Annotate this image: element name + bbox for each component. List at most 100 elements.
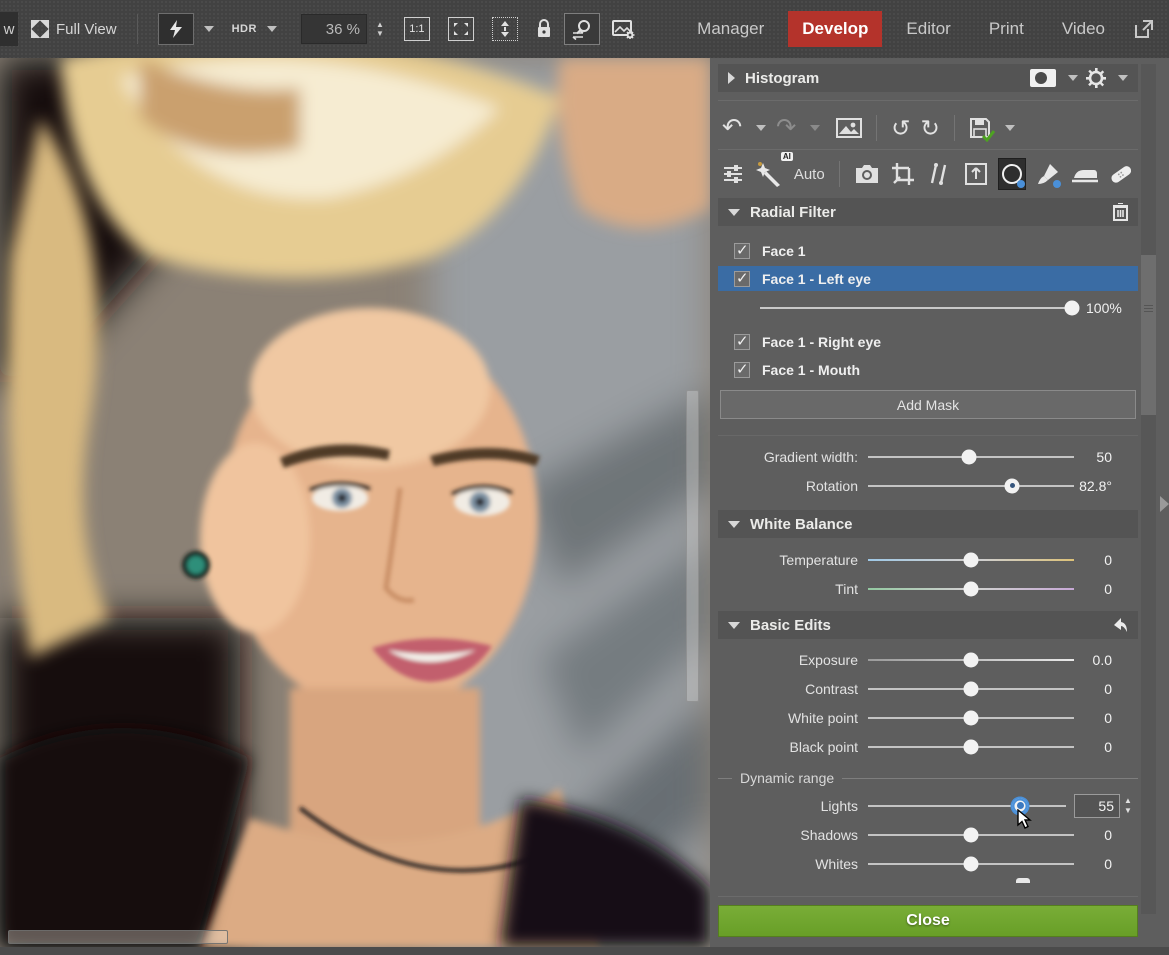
original-image-icon[interactable] bbox=[836, 118, 862, 138]
image-settings-button[interactable] bbox=[606, 15, 642, 43]
lights-slider[interactable] bbox=[868, 805, 1066, 807]
radial-filter-section-header[interactable]: Radial Filter bbox=[718, 198, 1138, 226]
rotate-left-icon[interactable]: ↺ bbox=[891, 117, 910, 140]
radial-filter-tool-icon[interactable] bbox=[999, 159, 1025, 189]
close-button[interactable]: Close bbox=[718, 905, 1138, 937]
preview-tab-partial[interactable]: w bbox=[0, 12, 18, 46]
mask-row-face1[interactable]: Face 1 bbox=[718, 238, 1138, 263]
healing-tool-icon[interactable] bbox=[1108, 159, 1134, 189]
undo-dropdown-arrow[interactable] bbox=[756, 125, 766, 131]
temperature-slider[interactable] bbox=[868, 559, 1074, 561]
zoom-1to1-button[interactable]: 1:1 bbox=[398, 13, 436, 45]
chevron-down-icon[interactable] bbox=[728, 622, 740, 629]
lights-value-input[interactable] bbox=[1075, 795, 1119, 817]
zoom-stepper[interactable]: ▲ ▼ bbox=[376, 21, 384, 37]
whites-slider[interactable] bbox=[868, 863, 1074, 865]
panel-collapse-arrow[interactable] bbox=[1160, 496, 1169, 512]
save-icon[interactable] bbox=[969, 117, 991, 139]
zoom-input[interactable] bbox=[302, 21, 366, 38]
lightning-dropdown-arrow[interactable] bbox=[204, 26, 214, 32]
crop-tool-icon[interactable] bbox=[890, 159, 916, 189]
slider-handle[interactable] bbox=[1005, 478, 1020, 493]
mask-row-face1-right-eye[interactable]: Face 1 - Right eye bbox=[718, 329, 1138, 354]
auto-label[interactable]: Auto bbox=[794, 166, 825, 183]
step-down-icon[interactable]: ▼ bbox=[1124, 807, 1132, 814]
mask-checkbox[interactable] bbox=[734, 334, 750, 350]
slider-handle[interactable] bbox=[964, 710, 979, 725]
canvas-horizontal-scrollbar[interactable] bbox=[8, 930, 228, 944]
fit-to-screen-button[interactable] bbox=[442, 13, 480, 45]
chevron-right-icon[interactable] bbox=[728, 72, 735, 84]
menu-item-develop[interactable]: Develop bbox=[788, 11, 882, 47]
hdr-dropdown-arrow[interactable] bbox=[267, 26, 277, 32]
panel-scrollbar-thumb[interactable] bbox=[1141, 255, 1156, 415]
full-view-button[interactable]: Full View bbox=[24, 15, 123, 43]
hdr-button[interactable]: HDR bbox=[226, 19, 283, 39]
synchronized-zoom-button[interactable] bbox=[564, 13, 600, 45]
slider-handle[interactable] bbox=[964, 681, 979, 696]
gear-dropdown-arrow[interactable] bbox=[1118, 75, 1128, 81]
add-mask-button[interactable]: Add Mask bbox=[720, 390, 1136, 419]
exposure-slider[interactable] bbox=[868, 659, 1074, 661]
contrast-slider[interactable] bbox=[868, 688, 1074, 690]
black-point-slider[interactable] bbox=[868, 746, 1074, 748]
lock-zoom-button[interactable] bbox=[530, 15, 558, 43]
slider-handle[interactable] bbox=[961, 449, 976, 464]
save-dropdown-arrow[interactable] bbox=[1005, 125, 1015, 131]
lights-stepper[interactable]: ▲ ▼ bbox=[1124, 797, 1132, 814]
step-up-icon[interactable]: ▲ bbox=[1124, 797, 1132, 804]
white-balance-section-header[interactable]: White Balance bbox=[718, 510, 1138, 538]
menu-item-print[interactable]: Print bbox=[975, 11, 1038, 47]
redo-dropdown-arrow[interactable] bbox=[810, 125, 820, 131]
menu-item-video[interactable]: Video bbox=[1048, 11, 1119, 47]
straighten-tool-icon[interactable] bbox=[926, 159, 952, 189]
photo-canvas[interactable] bbox=[0, 58, 710, 947]
slider-handle[interactable] bbox=[964, 552, 979, 567]
slider-handle[interactable] bbox=[964, 856, 979, 871]
zoom-step-down-icon[interactable]: ▼ bbox=[376, 30, 384, 37]
fit-height-button[interactable] bbox=[486, 13, 524, 45]
mask-row-face1-left-eye[interactable]: Face 1 - Left eye bbox=[718, 266, 1138, 291]
slider-handle[interactable] bbox=[964, 827, 979, 842]
trash-icon[interactable] bbox=[1113, 203, 1128, 221]
sliders-panel-icon[interactable] bbox=[722, 163, 744, 185]
canvas-vertical-scrollbar[interactable] bbox=[686, 390, 699, 702]
slider-handle[interactable] bbox=[964, 652, 979, 667]
redo-icon[interactable]: ↷ bbox=[776, 116, 796, 140]
slider-handle[interactable] bbox=[1065, 301, 1080, 316]
mask-opacity-slider[interactable] bbox=[760, 307, 1072, 309]
gradient-width-slider[interactable] bbox=[868, 456, 1074, 458]
camera-tool-icon[interactable] bbox=[854, 159, 880, 189]
mask-checkbox[interactable] bbox=[734, 362, 750, 378]
histogram-section-header[interactable]: Histogram bbox=[718, 64, 1138, 92]
mask-checkbox[interactable] bbox=[734, 243, 750, 259]
menu-item-editor[interactable]: Editor bbox=[892, 11, 964, 47]
rotation-slider[interactable] bbox=[868, 485, 1074, 487]
slider-handle[interactable] bbox=[964, 581, 979, 596]
deform-tool-icon[interactable] bbox=[962, 159, 988, 189]
chevron-down-icon[interactable] bbox=[728, 521, 740, 528]
gradient-filter-tool-icon[interactable] bbox=[1071, 159, 1097, 189]
tint-slider[interactable] bbox=[868, 588, 1074, 590]
chevron-down-icon[interactable] bbox=[728, 209, 740, 216]
shadows-slider[interactable] bbox=[868, 834, 1074, 836]
mask-checkbox[interactable] bbox=[734, 271, 750, 287]
undock-window-icon[interactable] bbox=[1133, 18, 1155, 40]
reset-section-icon[interactable] bbox=[1110, 617, 1128, 633]
quick-filter-button[interactable] bbox=[152, 9, 220, 49]
menu-item-manager[interactable]: Manager bbox=[683, 11, 778, 47]
panel-scrollbar-track[interactable] bbox=[1141, 64, 1156, 914]
brush-tool-icon[interactable] bbox=[1035, 159, 1061, 189]
white-point-slider[interactable] bbox=[868, 717, 1074, 719]
mask-row-face1-mouth[interactable]: Face 1 - Mouth bbox=[718, 357, 1138, 382]
clipping-indicator-icon[interactable] bbox=[1030, 69, 1056, 87]
undo-icon[interactable]: ↶ bbox=[722, 116, 742, 140]
slider-handle-active[interactable] bbox=[1013, 798, 1028, 813]
slider-handle[interactable] bbox=[964, 739, 979, 754]
basic-edits-section-header[interactable]: Basic Edits bbox=[718, 611, 1138, 639]
clipping-dropdown-arrow[interactable] bbox=[1068, 75, 1078, 81]
rotate-right-icon[interactable]: ↻ bbox=[921, 117, 940, 140]
auto-enhance-wand-icon[interactable]: AI bbox=[754, 159, 784, 189]
gear-icon[interactable] bbox=[1086, 68, 1106, 88]
zoom-step-up-icon[interactable]: ▲ bbox=[376, 21, 384, 28]
